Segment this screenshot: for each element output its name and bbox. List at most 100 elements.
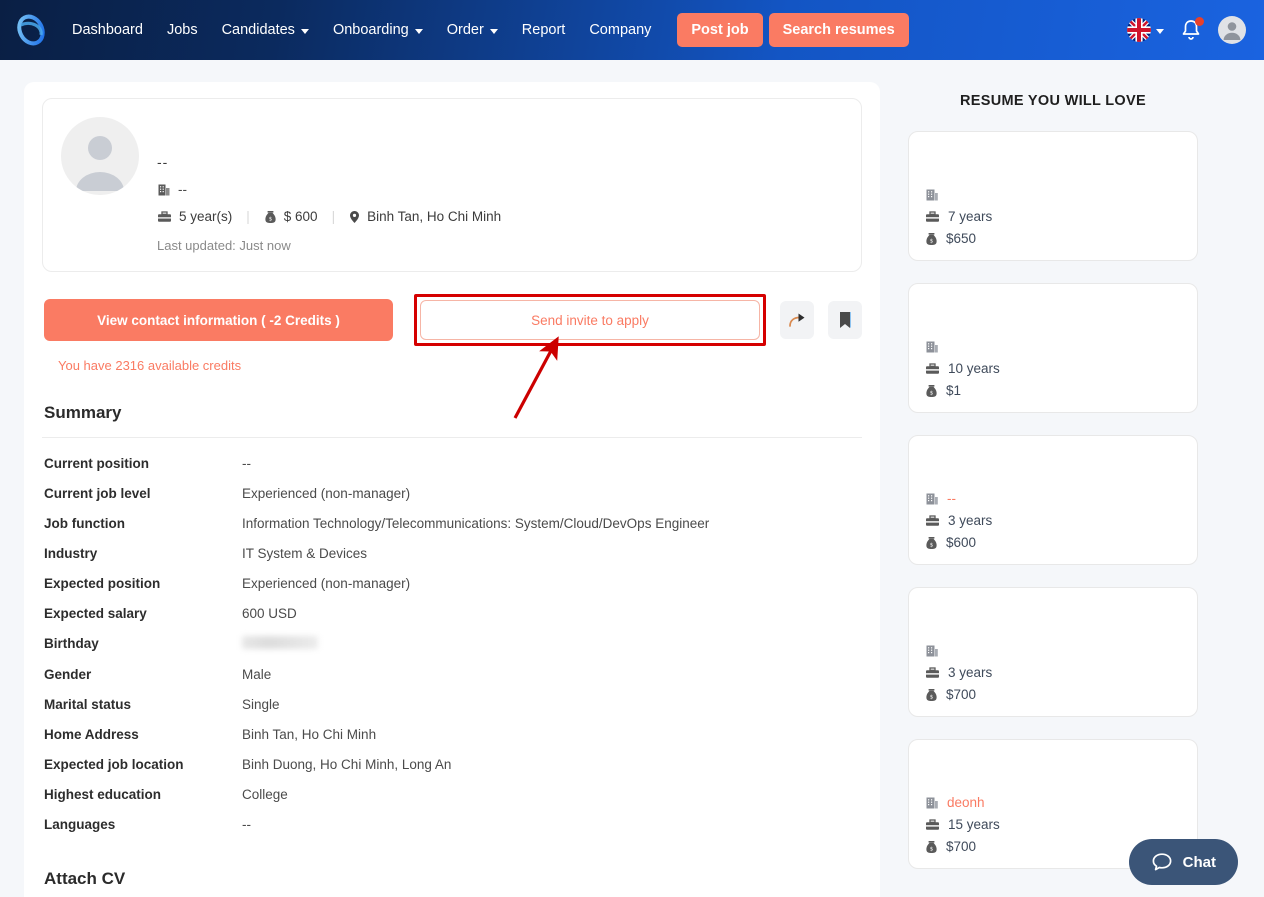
- uk-flag-icon: [1127, 18, 1151, 42]
- svg-text:$: $: [930, 238, 933, 244]
- recommended-resume-card[interactable]: 7 years $ $650: [908, 131, 1198, 261]
- money-bag-icon: $: [926, 688, 937, 701]
- summary-row-value: Male: [242, 667, 272, 682]
- card-salary-row: $ $700: [925, 687, 1181, 702]
- send-invite-highlight-box: Send invite to apply: [413, 294, 766, 346]
- nav-label: Dashboard: [72, 22, 143, 38]
- summary-row: Marital status Single: [42, 697, 862, 727]
- meta-divider: |: [246, 209, 250, 224]
- summary-row-label: Expected job location: [44, 757, 184, 772]
- recommended-resume-card[interactable]: 10 years $ $1: [908, 283, 1198, 413]
- summary-row-label: Marital status: [44, 697, 132, 712]
- summary-row-value: Binh Tan, Ho Chi Minh: [242, 727, 377, 742]
- recommended-resume-card[interactable]: -- 3 years $ $600: [908, 435, 1198, 565]
- recommended-resume-card[interactable]: 3 years $ $700: [908, 587, 1198, 717]
- summary-row-label: Job function: [44, 516, 125, 531]
- nav-item-onboarding[interactable]: Onboarding: [321, 16, 435, 44]
- nav-item-candidates[interactable]: Candidates: [210, 16, 321, 44]
- briefcase-icon: [158, 210, 171, 222]
- salary-value: $ 600: [283, 209, 318, 224]
- summary-divider: [42, 437, 862, 438]
- summary-row-value: 600 USD: [242, 606, 297, 621]
- summary-heading: Summary: [44, 403, 122, 422]
- user-avatar[interactable]: [1218, 16, 1246, 44]
- candidate-avatar: [61, 117, 139, 195]
- card-experience-value: 3 years: [948, 665, 993, 680]
- summary-row-label: Languages: [44, 817, 116, 832]
- summary-row-label: Expected position: [44, 576, 161, 591]
- building-icon: [926, 341, 938, 353]
- chevron-down-icon: [414, 28, 423, 34]
- share-button[interactable]: [779, 301, 814, 339]
- card-company-name: deonh: [947, 795, 985, 810]
- card-salary-value: $600: [946, 535, 977, 550]
- candidate-actions-row: View contact information ( -2 Credits ) …: [42, 294, 862, 346]
- nav-item-order[interactable]: Order: [435, 16, 510, 44]
- building-icon: [926, 189, 938, 201]
- briefcase-icon: [926, 210, 939, 222]
- money-bag-icon: $: [926, 840, 937, 853]
- card-experience-value: 15 years: [948, 817, 1000, 832]
- card-salary-value: $700: [946, 687, 977, 702]
- nav-item-dashboard[interactable]: Dashboard: [60, 16, 155, 44]
- notifications-button[interactable]: [1180, 17, 1204, 42]
- candidate-meta-row: 5 year(s) | $ $ 600 | Binh Tan, Ho Chi M…: [157, 209, 843, 224]
- summary-row: Gender Male: [42, 667, 862, 697]
- user-placeholder-icon: [76, 136, 124, 191]
- summary-row-label: Current job level: [44, 486, 151, 501]
- search-resumes-button[interactable]: Search resumes: [768, 13, 909, 47]
- candidate-info: -- -- 5 year(s) | $ $ 600 | Binh Tan, Ho…: [157, 117, 843, 253]
- share-arrow-icon: [789, 313, 805, 327]
- summary-row-value: Experienced (non-manager): [242, 576, 411, 591]
- nav-label: Company: [589, 22, 652, 38]
- recommended-resumes-sidebar: RESUME YOU WILL LOVE 7 years $ $650 10 year…: [908, 82, 1198, 897]
- card-salary-value: $650: [946, 231, 977, 246]
- card-company-name: --: [947, 491, 956, 506]
- summary-row: Expected job location Binh Duong, Ho Chi …: [42, 757, 862, 787]
- summary-row-label: Gender: [44, 667, 92, 682]
- nav-item-jobs[interactable]: Jobs: [155, 16, 210, 44]
- summary-row: Job function Information Technology/Telec…: [42, 516, 862, 546]
- summary-row: Expected salary 600 USD: [42, 606, 862, 636]
- candidate-experience: 5 year(s): [157, 209, 232, 224]
- nav-label: Jobs: [166, 22, 198, 38]
- building-icon: [926, 493, 938, 504]
- summary-row-label: Home Address: [44, 727, 139, 742]
- building-icon: [926, 645, 938, 657]
- redacted-value: [242, 636, 318, 649]
- language-selector[interactable]: [1127, 18, 1164, 42]
- nav-links: Dashboard Jobs Candidates Onboarding Ord…: [60, 16, 663, 44]
- chat-widget-button[interactable]: Chat: [1128, 839, 1238, 885]
- svg-text:$: $: [930, 846, 933, 852]
- summary-row: Expected position Experienced (non-manage…: [42, 576, 862, 606]
- summary-row-value: College: [242, 787, 288, 802]
- nav-item-report[interactable]: Report: [510, 16, 578, 44]
- bookmark-button[interactable]: [827, 301, 862, 339]
- card-experience-row: 10 years: [925, 361, 1181, 376]
- view-contact-information-button[interactable]: View contact information ( -2 Credits ): [44, 299, 393, 341]
- post-job-button[interactable]: Post job: [677, 13, 763, 47]
- card-salary-row: $ $600: [925, 535, 1181, 550]
- card-experience-value: 3 years: [948, 513, 993, 528]
- candidate-company-value: --: [178, 182, 187, 197]
- money-bag-icon: $: [926, 536, 937, 549]
- notification-badge-dot: [1195, 17, 1204, 26]
- summary-row-value: IT System & Devices: [242, 546, 368, 561]
- navbar-right-group: [1127, 16, 1246, 44]
- recommended-cards-list: 7 years $ $650 10 years $ $1 -- 3 years $ $600 3 y…: [908, 131, 1198, 869]
- app-logo-icon[interactable]: [14, 13, 48, 47]
- nav-item-company[interactable]: Company: [577, 16, 663, 44]
- building-icon: [158, 184, 170, 195]
- card-salary-row: $ $1: [925, 383, 1181, 398]
- svg-text:$: $: [269, 216, 272, 222]
- summary-row-label: Industry: [44, 546, 98, 561]
- send-invite-to-apply-button[interactable]: Send invite to apply: [419, 300, 760, 340]
- svg-text:$: $: [930, 694, 933, 700]
- main-content-column: -- -- 5 year(s) | $ $ 600 | Binh Tan, Ho…: [24, 82, 880, 897]
- candidate-salary: $ $ 600: [264, 209, 318, 224]
- chevron-down-icon: [489, 28, 498, 34]
- top-navigation-bar: Dashboard Jobs Candidates Onboarding Ord…: [0, 0, 1264, 60]
- card-experience-row: 3 years: [925, 513, 1181, 528]
- available-credits-note: You have 2316 available credits: [58, 358, 242, 373]
- summary-row-value: Experienced (non-manager): [242, 486, 411, 501]
